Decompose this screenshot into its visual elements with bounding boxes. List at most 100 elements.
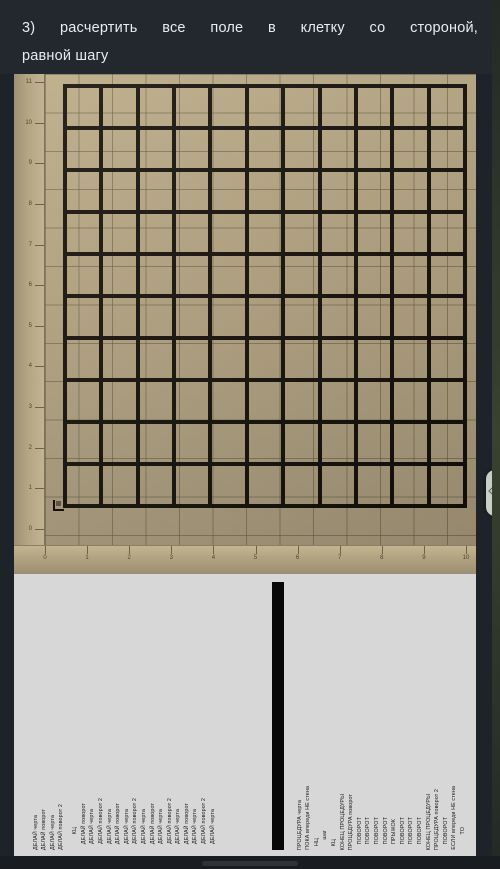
program-left-column: ДЕЛАЙ черта ДЕЛАЙ поворот ДЕЛАЙ черта ДЕЛАЙ… bbox=[32, 798, 218, 850]
ruler-h-label: 8 bbox=[380, 555, 384, 561]
ruler-v-tick bbox=[35, 407, 44, 409]
program-line: ПРЫЖОК bbox=[391, 818, 398, 844]
drawn-horizontal-line bbox=[63, 210, 467, 214]
ruler-v-label: 7 bbox=[28, 241, 32, 248]
ruler-v-tick bbox=[35, 488, 44, 490]
robot-cursor bbox=[53, 500, 64, 511]
program-line: ПОВОРОТ bbox=[382, 816, 389, 844]
program-line: КЦ bbox=[72, 826, 79, 834]
program-line: ДЕЛАЙ поворот 2 bbox=[201, 798, 208, 844]
playfield bbox=[45, 74, 476, 545]
ruler-h-tick bbox=[339, 546, 341, 554]
program-line: ДЕЛАЙ черта bbox=[140, 809, 147, 844]
ruler-h-label: 5 bbox=[253, 555, 258, 561]
ruler-h-tick bbox=[129, 546, 131, 554]
ruler-h-tick bbox=[466, 546, 467, 554]
program-line: ДЕЛАЙ черта bbox=[175, 809, 182, 844]
ruler-h-label: 7 bbox=[338, 555, 342, 561]
program-line: ПРОЦЕДУРА поворот bbox=[348, 793, 355, 850]
program-line: ДЕЛАЙ черта bbox=[106, 809, 113, 844]
ruler-horizontal: 0 1 2 3 4 5 6 7 8 9 10 bbox=[14, 545, 476, 574]
drawn-horizontal-line bbox=[63, 168, 467, 172]
program-line: ДЕЛАЙ поворот 2 bbox=[166, 798, 173, 844]
ruler-h-label: 0 bbox=[43, 555, 47, 561]
program-line: шаг bbox=[322, 830, 329, 840]
ruler-h-tick bbox=[255, 546, 257, 554]
drawn-horizontal-line bbox=[63, 336, 467, 340]
ruler-v-label: 9 bbox=[28, 160, 32, 167]
program-line: ДЕЛАЙ поворот bbox=[183, 802, 190, 844]
program-line: ПОВОРОТ bbox=[399, 816, 406, 844]
program-line: ПОВОРОТ bbox=[373, 816, 380, 844]
ruler-h-label: 2 bbox=[127, 555, 131, 561]
ruler-h-tick bbox=[45, 546, 46, 554]
program-column-divider bbox=[272, 582, 284, 850]
ruler-h-label: 4 bbox=[211, 555, 216, 561]
question-text: 3) расчертить все поле в клетку со сторо… bbox=[22, 14, 478, 70]
ruler-v-label: 10 bbox=[25, 119, 32, 126]
drawn-horizontal-line bbox=[63, 462, 467, 466]
drawn-horizontal-line bbox=[63, 378, 467, 382]
program-line: ПРОЦЕДУРА черта bbox=[296, 799, 303, 850]
ruler-v-tick bbox=[35, 122, 44, 124]
ruler-v-label: 8 bbox=[28, 200, 32, 207]
ruler-v-label: 5 bbox=[28, 322, 32, 329]
ruler-h-label: 10 bbox=[462, 555, 470, 561]
ruler-v-tick bbox=[35, 366, 44, 368]
executor-field-image[interactable]: 11 10 9 8 7 6 5 4 3 2 1 0 0 1 2 3 4 5 6 7 8 9 10 bbox=[14, 74, 476, 574]
ruler-v-tick bbox=[35, 285, 44, 287]
drawn-horizontal-line bbox=[63, 84, 467, 88]
ruler-v-tick bbox=[35, 529, 44, 530]
ruler-h-label: 9 bbox=[422, 555, 426, 561]
drawn-horizontal-line bbox=[63, 504, 467, 508]
program-line: ДЕЛАЙ черта bbox=[192, 809, 199, 844]
ruler-v-tick bbox=[35, 82, 44, 83]
ruler-v-label: 2 bbox=[28, 444, 32, 451]
program-line: ДЕЛАЙ черта bbox=[89, 809, 96, 844]
program-line: ПОВОРОТ bbox=[416, 816, 423, 844]
program-line: ТО bbox=[459, 826, 466, 834]
program-line: КОНЕЦ ПРОЦЕДУРЫ bbox=[425, 793, 432, 850]
ruler-h-tick bbox=[87, 546, 89, 554]
drawn-horizontal-line bbox=[63, 252, 467, 256]
program-line: ПРОЦЕДУРА поворот 2 bbox=[434, 788, 441, 850]
ruler-h-tick bbox=[297, 546, 299, 554]
ruler-v-tick bbox=[35, 325, 44, 327]
program-line: КЦ bbox=[330, 838, 337, 846]
ruler-h-tick bbox=[213, 546, 215, 554]
ruler-h-tick bbox=[171, 546, 173, 554]
drawn-horizontal-line bbox=[63, 420, 467, 424]
program-line: ДЕЛАЙ поворот 2 bbox=[58, 804, 65, 850]
right-gutter bbox=[492, 0, 500, 869]
ruler-vertical: 11 10 9 8 7 6 5 4 3 2 1 0 bbox=[14, 74, 45, 574]
ruler-v-label: 3 bbox=[28, 404, 32, 411]
ruler-h-label: 1 bbox=[85, 555, 89, 561]
program-listing-image[interactable]: ДЕЛАЙ черта ДЕЛАЙ поворот ДЕЛАЙ черта ДЕЛАЙ… bbox=[14, 574, 476, 856]
program-line: ДЕЛАЙ черта bbox=[49, 815, 56, 850]
ruler-v-label: 0 bbox=[28, 526, 32, 532]
program-line: НЦ bbox=[313, 837, 320, 846]
program-line: ПОКА впереди НЕ стена bbox=[305, 786, 312, 850]
ruler-v-label: 6 bbox=[28, 282, 32, 289]
ruler-v-label: 4 bbox=[28, 363, 32, 370]
program-line: ДЕЛАЙ поворот bbox=[115, 802, 122, 844]
ruler-h-label: 3 bbox=[169, 555, 173, 561]
program-line: ДЕЛАЙ поворот bbox=[149, 802, 156, 844]
program-line: ПОВОРОТ bbox=[365, 816, 372, 844]
program-line: ДЕЛАЙ черта bbox=[209, 809, 216, 844]
ruler-v-label: 11 bbox=[25, 79, 32, 85]
ruler-v-tick bbox=[35, 163, 44, 165]
question-line-1: 3) расчертить все поле в клетку со сторо… bbox=[22, 20, 478, 36]
program-right-column: ПРОЦЕДУРА черта ПОКА впереди НЕ стена НЦ ша… bbox=[296, 786, 468, 850]
ruler-v-tick bbox=[35, 447, 44, 449]
program-line: КОНЕЦ ПРОЦЕДУРЫ bbox=[339, 793, 346, 850]
ruler-v-label: 1 bbox=[28, 485, 32, 492]
program-line: ДЕЛАЙ черта bbox=[123, 809, 130, 844]
question-line-2: равной шагу bbox=[22, 48, 109, 64]
program-line: ПОВОРОТ bbox=[442, 816, 449, 844]
program-line: ПОВОРОТ bbox=[356, 816, 363, 844]
ruler-h-tick bbox=[381, 546, 383, 554]
bottom-system-bar bbox=[0, 856, 500, 869]
program-line: ПОВОРОТ bbox=[408, 816, 415, 844]
program-line: ДЕЛАЙ поворот 2 bbox=[132, 798, 139, 844]
